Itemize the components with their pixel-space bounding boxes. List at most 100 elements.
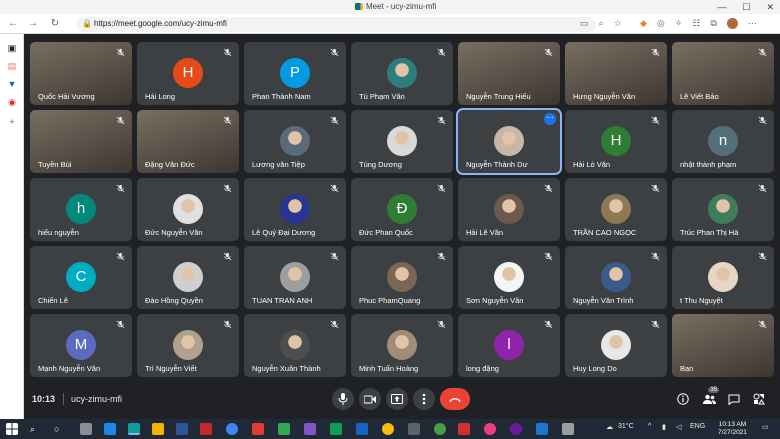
participant-tile[interactable]: Hưng Nguyễn Văn — [565, 42, 667, 105]
activities-button[interactable] — [752, 392, 766, 406]
participant-tile[interactable]: Tú Phạm Văn — [351, 42, 453, 105]
participant-tile[interactable]: Trúc Phan Thị Hà — [672, 178, 774, 241]
zalo-icon[interactable] — [536, 423, 548, 435]
browser-menu-icon[interactable]: ⋯ — [748, 18, 757, 29]
taskbar-app-icon-9[interactable] — [484, 423, 496, 435]
system-clock[interactable]: 10:13 AM 7/27/2021 — [718, 421, 747, 437]
volume-icon[interactable]: ◁ — [676, 423, 681, 431]
address-bar[interactable]: 🔒 https://meet.google.com/ucy-zimu-mfi — [76, 17, 596, 32]
collections-icon[interactable]: ⧉ — [710, 18, 716, 29]
participant-tile[interactable]: Phuc PhamQuang — [351, 246, 453, 309]
weather-temperature[interactable]: 31°C — [618, 423, 634, 430]
sidebar-translate-icon[interactable]: ▼ — [6, 78, 18, 90]
minimize-button[interactable]: — — [717, 0, 726, 14]
taskbar-app-icon-8[interactable] — [434, 423, 446, 435]
participant-tile[interactable]: Tùng Dương — [351, 110, 453, 173]
chat-button[interactable] — [727, 392, 741, 406]
windows-start-icon[interactable] — [6, 423, 18, 435]
participant-tile[interactable]: Đào Hồng Quyền — [137, 246, 239, 309]
search-icon[interactable]: ⌕ — [30, 423, 42, 435]
participant-tile[interactable]: Tuyền Bùi — [30, 110, 132, 173]
participant-tile[interactable]: Trí Nguyễn Viết — [137, 314, 239, 377]
taskbar-app-icon-6[interactable] — [382, 423, 394, 435]
participant-tile[interactable]: Quốc Hải Vương — [30, 42, 132, 105]
participant-tile[interactable]: Đ Đức Phan Quốc — [351, 178, 453, 241]
back-arrow-icon[interactable]: ← — [6, 17, 20, 31]
keyboard-language[interactable]: ENG — [690, 423, 705, 430]
viber-icon[interactable] — [510, 423, 522, 435]
participant-name: Đức Nguyễn Văn — [145, 228, 203, 237]
tile-options-icon[interactable]: ⋯ — [544, 113, 556, 125]
google-drive-icon[interactable] — [330, 423, 342, 435]
profile-avatar[interactable] — [726, 18, 738, 29]
participant-tile[interactable]: Lương văn Tiệp — [244, 110, 346, 173]
participant-tile[interactable]: H Hải Lò Văn — [565, 110, 667, 173]
forward-arrow-icon[interactable]: → — [26, 17, 40, 31]
participant-tile[interactable]: ⋯ Nguyễn Thành Dư — [456, 108, 562, 175]
camera-permission-icon[interactable]: ▭ — [580, 18, 589, 29]
puzzle-extensions-icon[interactable]: ✧ — [675, 18, 683, 29]
participant-tile[interactable]: Lê Viết Bảo — [672, 42, 774, 105]
taskbar-app-icon-5[interactable] — [356, 423, 368, 435]
participant-tile[interactable]: Hải Lê Văn — [458, 178, 560, 241]
participant-tile[interactable]: Nguyễn Trung Hiếu — [458, 42, 560, 105]
participant-tile[interactable]: Nguyễn Xuân Thành — [244, 314, 346, 377]
participant-tile[interactable]: h hiếu nguyễn — [30, 178, 132, 241]
participant-tile[interactable]: H Hải Long — [137, 42, 239, 105]
task-view-icon[interactable] — [80, 423, 92, 435]
tray-chevron-icon[interactable]: ^ — [648, 423, 651, 430]
reload-icon[interactable]: ↻ — [48, 17, 62, 31]
sidebar-add-icon[interactable]: + — [6, 116, 18, 128]
extension-icon[interactable]: ◎ — [657, 18, 665, 29]
edge-browser-icon[interactable] — [128, 423, 140, 435]
close-window-button[interactable]: ✕ — [766, 0, 774, 14]
taskbar-app-icon-4[interactable] — [304, 423, 316, 435]
browser-tab[interactable]: Meet - ucy-zimu-mfi — [355, 2, 436, 11]
participant-tile[interactable]: Huy Long Do — [565, 314, 667, 377]
present-screen-button[interactable] — [386, 388, 408, 410]
participant-tile[interactable]: Nguyễn Văn Trình — [565, 246, 667, 309]
taskbar-app-icon-2[interactable] — [252, 423, 264, 435]
participant-tile[interactable]: TRẦN CAO NGỌC — [565, 178, 667, 241]
taskbar-red-app-icon[interactable] — [200, 423, 212, 435]
taskbar-app-icon[interactable] — [104, 423, 116, 435]
network-icon[interactable]: ▮ — [662, 423, 666, 431]
bookmark-star-icon[interactable]: ☆ — [614, 18, 622, 29]
participant-tile[interactable]: Bạn — [672, 314, 774, 377]
participant-tile[interactable]: t Thu Nguyệt — [672, 246, 774, 309]
reading-list-icon[interactable]: ☷ — [692, 18, 700, 29]
tab-actions-icon[interactable]: ▣ — [6, 42, 18, 54]
fox-extension-icon[interactable]: ◆ — [640, 18, 647, 29]
zoom-icon[interactable]: ⌕ — [599, 18, 604, 29]
microphone-button[interactable] — [332, 388, 354, 410]
taskbar-app-icon-10[interactable] — [562, 423, 574, 435]
maximize-button[interactable]: ☐ — [742, 0, 750, 14]
sidebar-record-icon[interactable]: ◉ — [6, 96, 18, 108]
chrome-icon[interactable] — [226, 423, 238, 435]
participant-tile[interactable]: n nhật thành phạm — [672, 110, 774, 173]
participant-tile[interactable]: l long đặng — [458, 314, 560, 377]
participant-tile[interactable]: Đặng Văn Đức — [137, 110, 239, 173]
sidebar-app-icon[interactable]: ▤ — [6, 60, 18, 72]
end-call-button[interactable] — [440, 388, 470, 410]
weather-cloud-icon[interactable]: ☁ — [606, 423, 613, 431]
participant-tile[interactable]: Lê Quý Đại Dương — [244, 178, 346, 241]
participant-tile[interactable]: TUAN TRAN ANH — [244, 246, 346, 309]
file-explorer-icon[interactable] — [152, 423, 164, 435]
cortana-icon[interactable]: ○ — [54, 423, 66, 435]
participant-tile[interactable]: Minh Tuấn Hoàng — [351, 314, 453, 377]
notification-icon[interactable]: ▭ — [762, 423, 769, 431]
word-icon[interactable] — [176, 423, 188, 435]
participant-tile[interactable]: Sơn Nguyễn Văn — [458, 246, 560, 309]
participant-tile[interactable]: Đức Nguyễn Văn — [137, 178, 239, 241]
participant-tile[interactable]: P Phan Thành Nam — [244, 42, 346, 105]
participant-tile[interactable]: C Chiến Lê — [30, 246, 132, 309]
taskbar-app-icon-3[interactable] — [278, 423, 290, 435]
more-options-button[interactable] — [413, 388, 435, 410]
meeting-details-button[interactable] — [676, 392, 690, 406]
camera-button[interactable] — [359, 388, 381, 410]
pdf-reader-icon[interactable] — [458, 423, 470, 435]
taskbar-app-icon-7[interactable] — [408, 423, 420, 435]
participants-button[interactable]: 35 — [702, 387, 719, 406]
participant-tile[interactable]: M Mạnh Nguyễn Văn — [30, 314, 132, 377]
